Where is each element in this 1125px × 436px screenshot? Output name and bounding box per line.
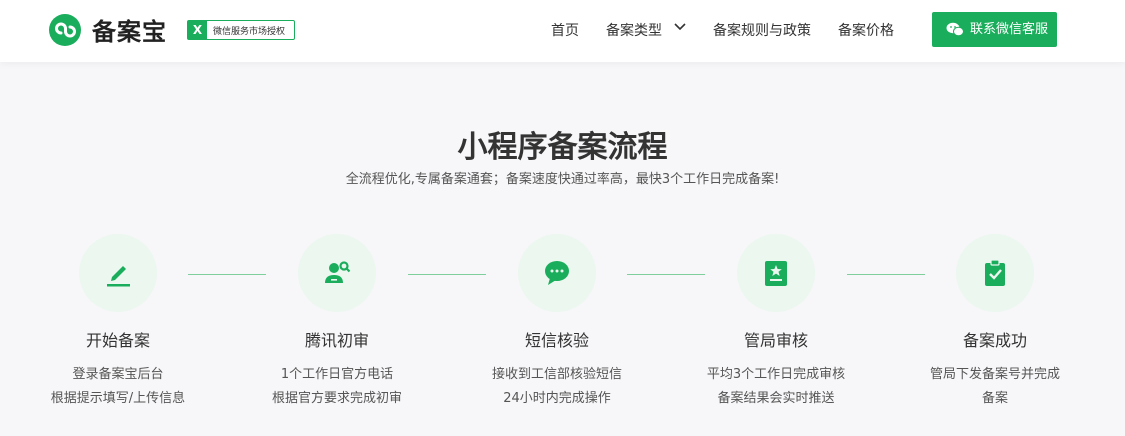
certificate-icon	[765, 261, 787, 286]
brand-logo-icon[interactable]	[49, 14, 81, 46]
step-title: 备案成功	[962, 331, 1027, 350]
step-icon-circle	[79, 234, 157, 312]
nav-home[interactable]: 首页	[551, 20, 579, 40]
badge-text: 微信服务市场授权	[213, 27, 286, 37]
user-review-icon	[325, 261, 351, 283]
step-icon-circle	[518, 234, 596, 312]
chevron-down-icon[interactable]	[674, 22, 686, 32]
step-connector	[188, 274, 266, 275]
wechat-icon	[946, 22, 964, 37]
wechat-market-icon: X	[188, 21, 207, 39]
step-desc-line1: 管局下发备案号并完成	[929, 367, 1060, 382]
step-icon-circle	[956, 234, 1034, 312]
step-desc-line1: 1个工作日官方电话	[280, 367, 394, 382]
clipboard-check-icon	[985, 259, 1005, 286]
top-header: 备案宝 X 微信服务市场授权 首页 备案类型 备案规则与政策 备案价格 联系微信…	[0, 0, 1125, 62]
page-subtitle: 全流程优化,专属备案通套；备案速度快通过率高，最快3个工作日完成备案!	[345, 172, 780, 187]
step-connector	[847, 274, 925, 275]
brand-name[interactable]: 备案宝	[92, 12, 167, 47]
step-desc-line1: 接收到工信部核验短信	[491, 367, 622, 382]
step-desc-line1: 平均3个工作日完成审核	[706, 367, 846, 382]
step-icon-circle	[298, 234, 376, 312]
chat-bubble-icon	[545, 261, 569, 285]
step-title: 开始备案	[85, 331, 150, 350]
nav-pricing[interactable]: 备案价格	[838, 20, 894, 40]
step-title: 腾讯初审	[304, 331, 369, 350]
step-desc-line2: 备案	[981, 391, 1008, 406]
step-connector	[627, 274, 705, 275]
nav-rules-policy[interactable]: 备案规则与政策	[713, 20, 811, 40]
step-connector	[408, 274, 486, 275]
authorization-badge: X 微信服务市场授权	[187, 20, 295, 40]
pencil-icon	[107, 266, 130, 287]
step-desc-line2: 备案结果会实时推送	[717, 391, 835, 406]
step-desc-line2: 根据提示填写/上传信息	[50, 391, 186, 406]
step-desc-line1: 登录备案宝后台	[72, 367, 164, 382]
step-icon-circle	[737, 234, 815, 312]
step-desc-line2: 24小时内完成操作	[503, 391, 611, 406]
contact-button-label: 联系微信客服	[970, 22, 1049, 37]
step-desc-line2: 根据官方要求完成初审	[271, 391, 402, 406]
step-title: 管局审核	[743, 331, 808, 350]
nav-filing-types[interactable]: 备案类型	[606, 20, 662, 40]
step-title: 短信核验	[524, 331, 589, 350]
page-title: 小程序备案流程	[457, 130, 668, 165]
contact-wechat-service-button[interactable]: 联系微信客服	[932, 12, 1057, 47]
